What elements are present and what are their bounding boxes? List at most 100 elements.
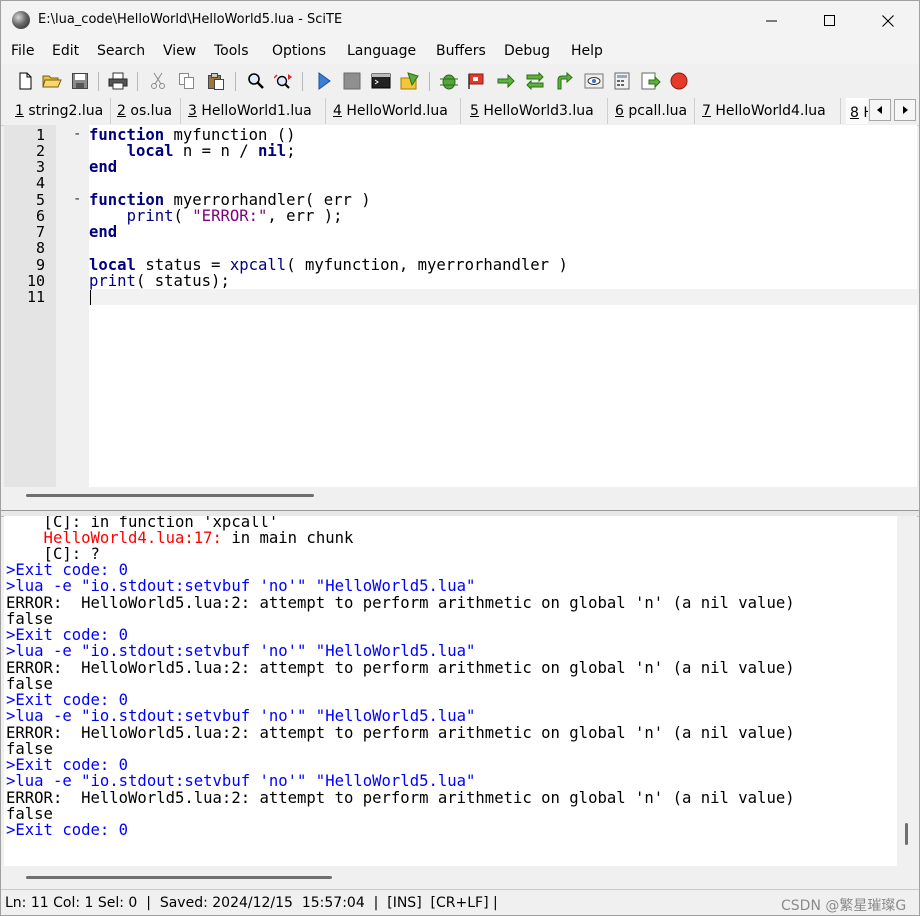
output-line: false [6, 610, 53, 628]
output-line: ERROR: HelloWorld5.lua:2: attempt to per… [6, 724, 795, 742]
tab-string2[interactable]: 1 string2.lua [11, 98, 111, 124]
find-icon [248, 73, 264, 89]
find-button[interactable] [245, 70, 267, 92]
new-file-button[interactable] [14, 70, 36, 92]
console-button[interactable] [370, 70, 392, 92]
output-line: >lua -e "io.stdout:setvbuf 'no'" "HelloW… [6, 642, 476, 660]
menu-buffers[interactable]: Buffers [436, 43, 486, 59]
maximize-button[interactable] [801, 1, 859, 40]
tab-helloworld4[interactable]: 7 HelloWorld4.lua [698, 98, 841, 124]
tab-number: 8 [850, 105, 859, 121]
code-line-5: function myerrorhandler( err ) [89, 191, 371, 209]
menu-options[interactable]: Options [272, 43, 326, 59]
watermark-text: CSDN @繁星璀璨G [781, 898, 907, 914]
menu-debug[interactable]: Debug [504, 43, 550, 59]
menu-view[interactable]: View [163, 43, 196, 59]
output-line: >Exit code: 0 [6, 561, 129, 579]
print-button[interactable] [107, 70, 129, 92]
tab-number: 3 [188, 103, 197, 119]
line-number: 10 [26, 272, 45, 290]
toolbar [1, 65, 919, 97]
output-text: in main chunk [221, 529, 354, 547]
output-line: >Exit code: 0 [6, 691, 129, 709]
output-line: false [6, 805, 53, 823]
status-text: Ln: 11 Col: 1 Sel: 0 | Saved: 2024/12/15… [5, 895, 498, 911]
flag-icon [468, 73, 484, 89]
code-line-10: print( status); [89, 272, 230, 290]
title-bar[interactable]: E:\lua_code\HelloWorld\HelloWorld5.lua -… [1, 1, 919, 40]
fold-marker[interactable]: - [73, 126, 83, 142]
paste-button[interactable] [205, 70, 227, 92]
tab-scroll-left-button[interactable] [869, 99, 891, 121]
cut-button[interactable] [147, 70, 169, 92]
close-button[interactable] [859, 1, 917, 40]
scite-app-icon [12, 11, 30, 29]
code-line-2: local n = n / nil; [126, 142, 296, 160]
buffer-tab-bar: 1 string2.lua 2 os.lua 3 HelloWorld1.lua… [1, 98, 919, 126]
output-line: [C]: in function 'xpcall' [6, 516, 279, 530]
output-horizontal-scrollbar[interactable] [4, 866, 917, 886]
code-editor[interactable]: 1 2 3 4 5 6 7 8 9 10 11 - - function myf… [4, 125, 917, 487]
tab-helloworld5[interactable]: 8 HelloWorld5.lua [846, 98, 868, 124]
fold-margin[interactable] [56, 125, 72, 487]
eye-icon [584, 73, 604, 89]
triangle-right-icon [903, 106, 908, 114]
output-line: ERROR: HelloWorld5.lua:2: attempt to per… [6, 789, 795, 807]
swap-button[interactable] [524, 70, 546, 92]
watch-button[interactable] [583, 70, 605, 92]
line-number: 3 [35, 158, 45, 176]
code-line-6: print( "ERROR:", err ); [126, 207, 343, 225]
stop-button[interactable] [341, 70, 363, 92]
output-pane[interactable]: [C]: in function 'xpcall' HelloWorld4.lu… [4, 516, 897, 866]
tab-number: 5 [470, 103, 479, 119]
save-button[interactable] [69, 70, 91, 92]
token: print [126, 207, 174, 225]
output-vertical-scrollbar[interactable] [897, 516, 917, 866]
calculator-button[interactable] [611, 70, 633, 92]
tab-scroll-right-button[interactable] [894, 99, 916, 121]
fold-marker[interactable]: - [73, 191, 83, 207]
menu-file[interactable]: File [11, 43, 34, 59]
replace-button[interactable] [273, 70, 295, 92]
run-button[interactable] [313, 70, 335, 92]
copy-button[interactable] [176, 70, 198, 92]
toolbar-separator [302, 72, 303, 91]
tab-label: HelloWorld3.lua [478, 103, 594, 119]
minimize-button[interactable] [743, 1, 801, 40]
menu-tools[interactable]: Tools [214, 43, 249, 59]
window-title: E:\lua_code\HelloWorld\HelloWorld5.lua -… [38, 12, 343, 27]
debug-bug-button[interactable] [438, 70, 460, 92]
code-line-3: end [89, 159, 117, 175]
line-number: 2 [35, 142, 45, 160]
export-button[interactable] [640, 70, 662, 92]
tab-helloworld[interactable]: 4 HelloWorld.lua [329, 98, 461, 124]
open-button[interactable] [41, 70, 63, 92]
tab-pcall[interactable]: 6 pcall.lua [611, 98, 695, 124]
tab-os[interactable]: 2 os.lua [113, 98, 181, 124]
symbol-margin [72, 125, 89, 487]
arrow-right-icon [497, 73, 515, 89]
editor-horizontal-scrollbar[interactable] [4, 487, 917, 509]
line-number: 11 [26, 288, 45, 306]
calculator-icon [614, 72, 630, 90]
scrollbar-thumb[interactable] [905, 823, 908, 845]
menu-edit[interactable]: Edit [52, 43, 79, 59]
build-button[interactable] [399, 70, 421, 92]
line-number: 7 [35, 223, 45, 241]
scrollbar-thumb[interactable] [26, 494, 314, 497]
scrollbar-thumb[interactable] [26, 876, 332, 879]
tab-helloworld1[interactable]: 3 HelloWorld1.lua [184, 98, 326, 124]
token: print [89, 272, 136, 290]
record-button[interactable] [668, 70, 690, 92]
menu-search[interactable]: Search [97, 43, 145, 59]
tab-helloworld3[interactable]: 5 HelloWorld3.lua [466, 98, 608, 124]
line-number: 4 [35, 174, 45, 192]
menu-language[interactable]: Language [347, 43, 416, 59]
scite-window: E:\lua_code\HelloWorld\HelloWorld5.lua -… [0, 0, 920, 916]
token: local [126, 142, 174, 160]
step-out-button[interactable] [554, 70, 576, 92]
token: end [89, 223, 118, 241]
step-over-button[interactable] [495, 70, 517, 92]
menu-help[interactable]: Help [571, 43, 603, 59]
flag-button[interactable] [466, 70, 488, 92]
